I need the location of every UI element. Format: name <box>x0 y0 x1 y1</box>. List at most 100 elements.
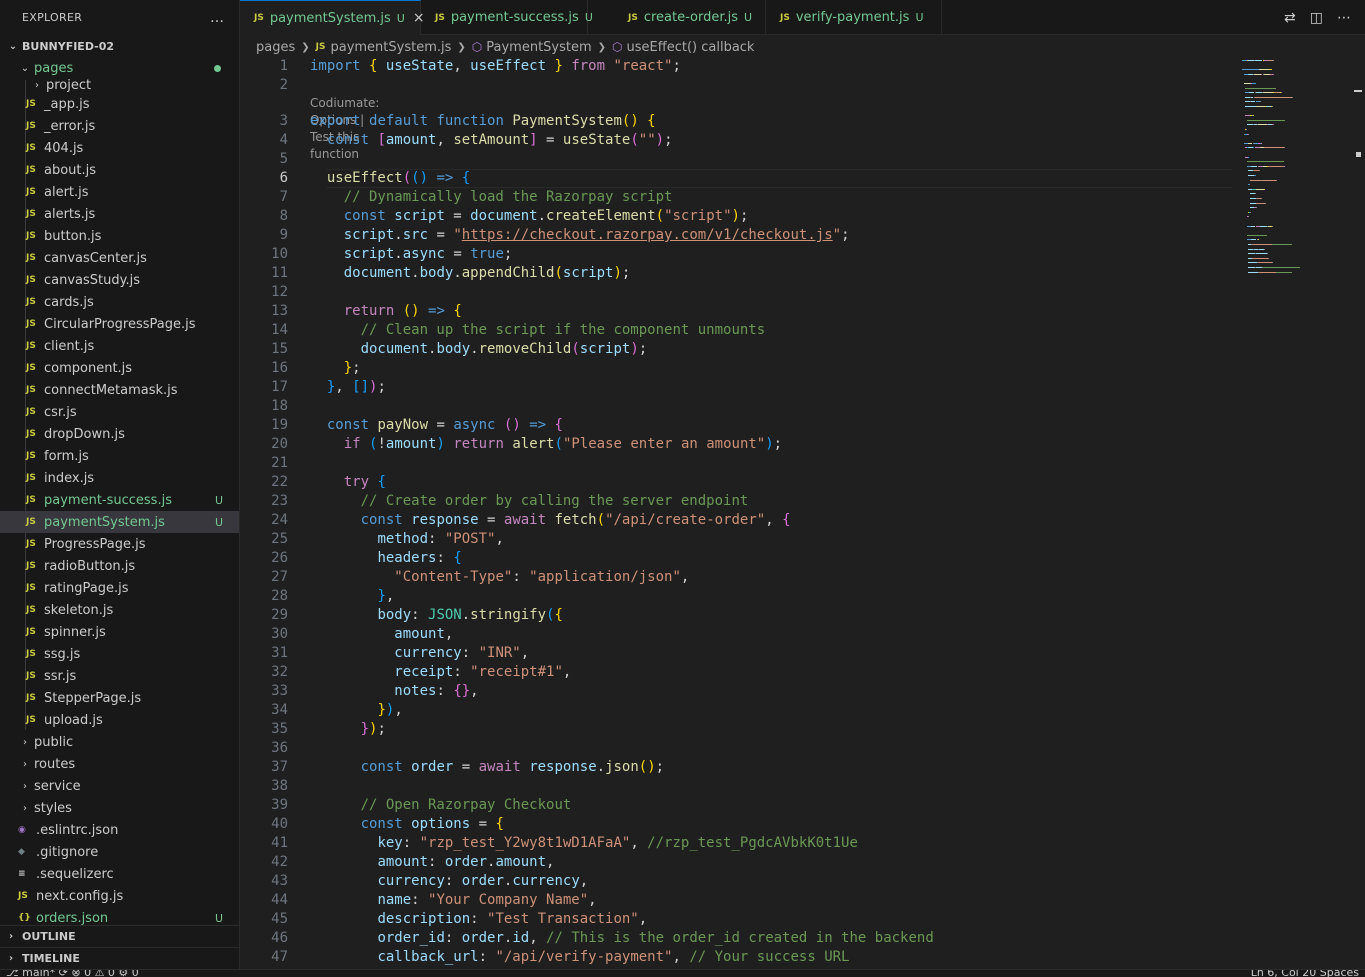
file-item[interactable]: JS _error.js <box>0 115 239 137</box>
file-label: CircularProgressPage.js <box>44 316 196 332</box>
folder-item[interactable]: › routes <box>0 753 239 775</box>
tab-paymentsystem[interactable]: JS paymentSystem.js U × <box>240 0 425 35</box>
scrollbar-marker[interactable] <box>1354 90 1362 92</box>
file-item[interactable]: JS spinner.js <box>0 621 239 643</box>
source-control-compare-icon[interactable]: ⇄ <box>1284 10 1296 26</box>
file-item[interactable]: JS form.js <box>0 445 239 467</box>
more-actions-icon[interactable]: … <box>210 10 225 26</box>
minimap-stroke <box>1273 60 1274 61</box>
file-item[interactable]: JS csr.js <box>0 401 239 423</box>
minimap-stroke <box>1254 60 1262 61</box>
outline-section[interactable]: › OUTLINE <box>0 925 239 947</box>
file-item[interactable]: JS upload.js <box>0 709 239 731</box>
symbol-method-icon: ⬡ <box>471 40 483 54</box>
file-item[interactable]: JS StepperPage.js <box>0 687 239 709</box>
file-item[interactable]: JS payment-success.js U <box>0 489 239 511</box>
timeline-section[interactable]: › TIMELINE <box>0 947 239 969</box>
status-bar-left[interactable]: ⎇ main* ⟳ ⊗ 0 ⚠ 0 ⚙ 0 <box>6 970 139 977</box>
minimap-stroke <box>1249 92 1254 94</box>
folder-item[interactable]: › public <box>0 731 239 753</box>
folder-item[interactable]: › service <box>0 775 239 797</box>
breadcrumb-file[interactable]: paymentSystem.js <box>330 40 451 55</box>
file-item[interactable]: JS dropDown.js <box>0 423 239 445</box>
line-number: 21 <box>271 455 288 471</box>
line-source: name: "Your Company Name", <box>377 892 597 908</box>
minimap-stroke <box>1264 147 1284 149</box>
minimap-stroke <box>1246 161 1284 163</box>
minimap-stroke <box>1250 101 1255 103</box>
untracked-badge: U <box>744 11 753 24</box>
line-source: const script = document.createElement("s… <box>343 208 749 224</box>
file-item[interactable]: JS alerts.js <box>0 203 239 225</box>
line-number: 33 <box>271 683 288 699</box>
file-item[interactable]: JS _app.js <box>0 93 239 115</box>
line-number: 26 <box>271 550 288 566</box>
minimap-stroke <box>1250 211 1251 213</box>
javascript-file-icon: JS <box>26 605 36 615</box>
file-item[interactable]: JS CircularProgressPage.js <box>0 313 239 335</box>
chevron-right-icon: ❯ <box>301 41 310 53</box>
tab-create-order[interactable]: JS create-order.js U <box>588 0 766 35</box>
file-label: component.js <box>44 360 133 376</box>
file-item[interactable]: JS next.config.js <box>0 885 239 907</box>
breadcrumb-symbol-function[interactable]: PaymentSystem <box>486 40 591 55</box>
file-item[interactable]: JS radioButton.js <box>0 555 239 577</box>
file-item[interactable]: JS canvasStudy.js <box>0 269 239 291</box>
tab-label: payment-success.js <box>450 10 579 25</box>
file-item[interactable]: ◉ .eslintrc.json <box>0 819 239 841</box>
minimap-stroke <box>1264 188 1266 190</box>
file-label: form.js <box>44 448 89 464</box>
folder-label: project <box>46 79 92 93</box>
file-item[interactable]: JS canvasCenter.js <box>0 247 239 269</box>
file-item[interactable]: JS about.js <box>0 159 239 181</box>
root-file-list: ◉ .eslintrc.json ◆ .gitignore ≡ .sequelizerc J… <box>0 819 239 929</box>
line-source: }, []); <box>326 379 386 395</box>
more-actions-icon[interactable]: ⋯ <box>1337 10 1351 26</box>
javascript-file-icon: JS <box>26 451 36 461</box>
file-item[interactable]: JS index.js <box>0 467 239 489</box>
file-label: alert.js <box>44 184 89 200</box>
tab-payment-success[interactable]: JS payment-success.js U <box>421 0 593 35</box>
file-item[interactable]: JS ssr.js <box>0 665 239 687</box>
file-type-icon: JS <box>18 891 28 901</box>
file-label: radioButton.js <box>44 558 136 574</box>
breadcrumb-symbol-callback[interactable]: useEffect() callback <box>627 40 755 55</box>
split-editor-icon[interactable]: ◫ <box>1310 10 1323 26</box>
file-label: .sequelizerc <box>36 866 114 882</box>
file-label: skeleton.js <box>44 602 114 618</box>
line-source: order_id: order.id, // This is the order… <box>377 930 934 946</box>
file-item[interactable]: JS client.js <box>0 335 239 357</box>
folder-project[interactable]: › project <box>0 79 239 93</box>
timeline-label: TIMELINE <box>22 952 80 965</box>
minimap-stroke <box>1248 271 1258 273</box>
file-item[interactable]: JS ssg.js <box>0 643 239 665</box>
folder-pages[interactable]: ⌄ pages <box>0 57 239 79</box>
file-label: upload.js <box>44 712 103 728</box>
code-editor[interactable]: 1 import { useState, useEffect } from "re… <box>240 57 1365 969</box>
file-item[interactable]: JS button.js <box>0 225 239 247</box>
javascript-file-icon: JS <box>26 583 36 593</box>
file-label: ssr.js <box>44 668 77 684</box>
line-source: const payNow = async () => { <box>326 417 563 433</box>
breadcrumb-folder[interactable]: pages <box>256 40 295 55</box>
file-item[interactable]: JS paymentSystem.js U <box>0 511 239 533</box>
tab-verify-payment[interactable]: JS verify-payment.js U <box>766 0 942 35</box>
file-item[interactable]: JS cards.js <box>0 291 239 313</box>
file-item[interactable]: JS component.js <box>0 357 239 379</box>
file-item[interactable]: JS alert.js <box>0 181 239 203</box>
file-item[interactable]: JS ProgressPage.js <box>0 533 239 555</box>
workspace-root[interactable]: ⌄ BUNNYFIED-02 <box>0 35 239 57</box>
minimap-stroke <box>1248 216 1250 218</box>
file-item[interactable]: JS ratingPage.js <box>0 577 239 599</box>
status-bar-right[interactable]: Ln 6, Col 20 Spaces <box>1251 970 1359 977</box>
file-item[interactable]: JS skeleton.js <box>0 599 239 621</box>
file-label: alerts.js <box>44 206 96 222</box>
line-number: 17 <box>271 379 288 395</box>
file-item[interactable]: JS connectMetamask.js <box>0 379 239 401</box>
file-item[interactable]: ≡ .sequelizerc <box>0 863 239 885</box>
folder-item[interactable]: › styles <box>0 797 239 819</box>
minimap[interactable] <box>1240 57 1350 287</box>
file-item[interactable]: ◆ .gitignore <box>0 841 239 863</box>
minimap-stroke <box>1273 73 1274 75</box>
file-item[interactable]: JS 404.js <box>0 137 239 159</box>
